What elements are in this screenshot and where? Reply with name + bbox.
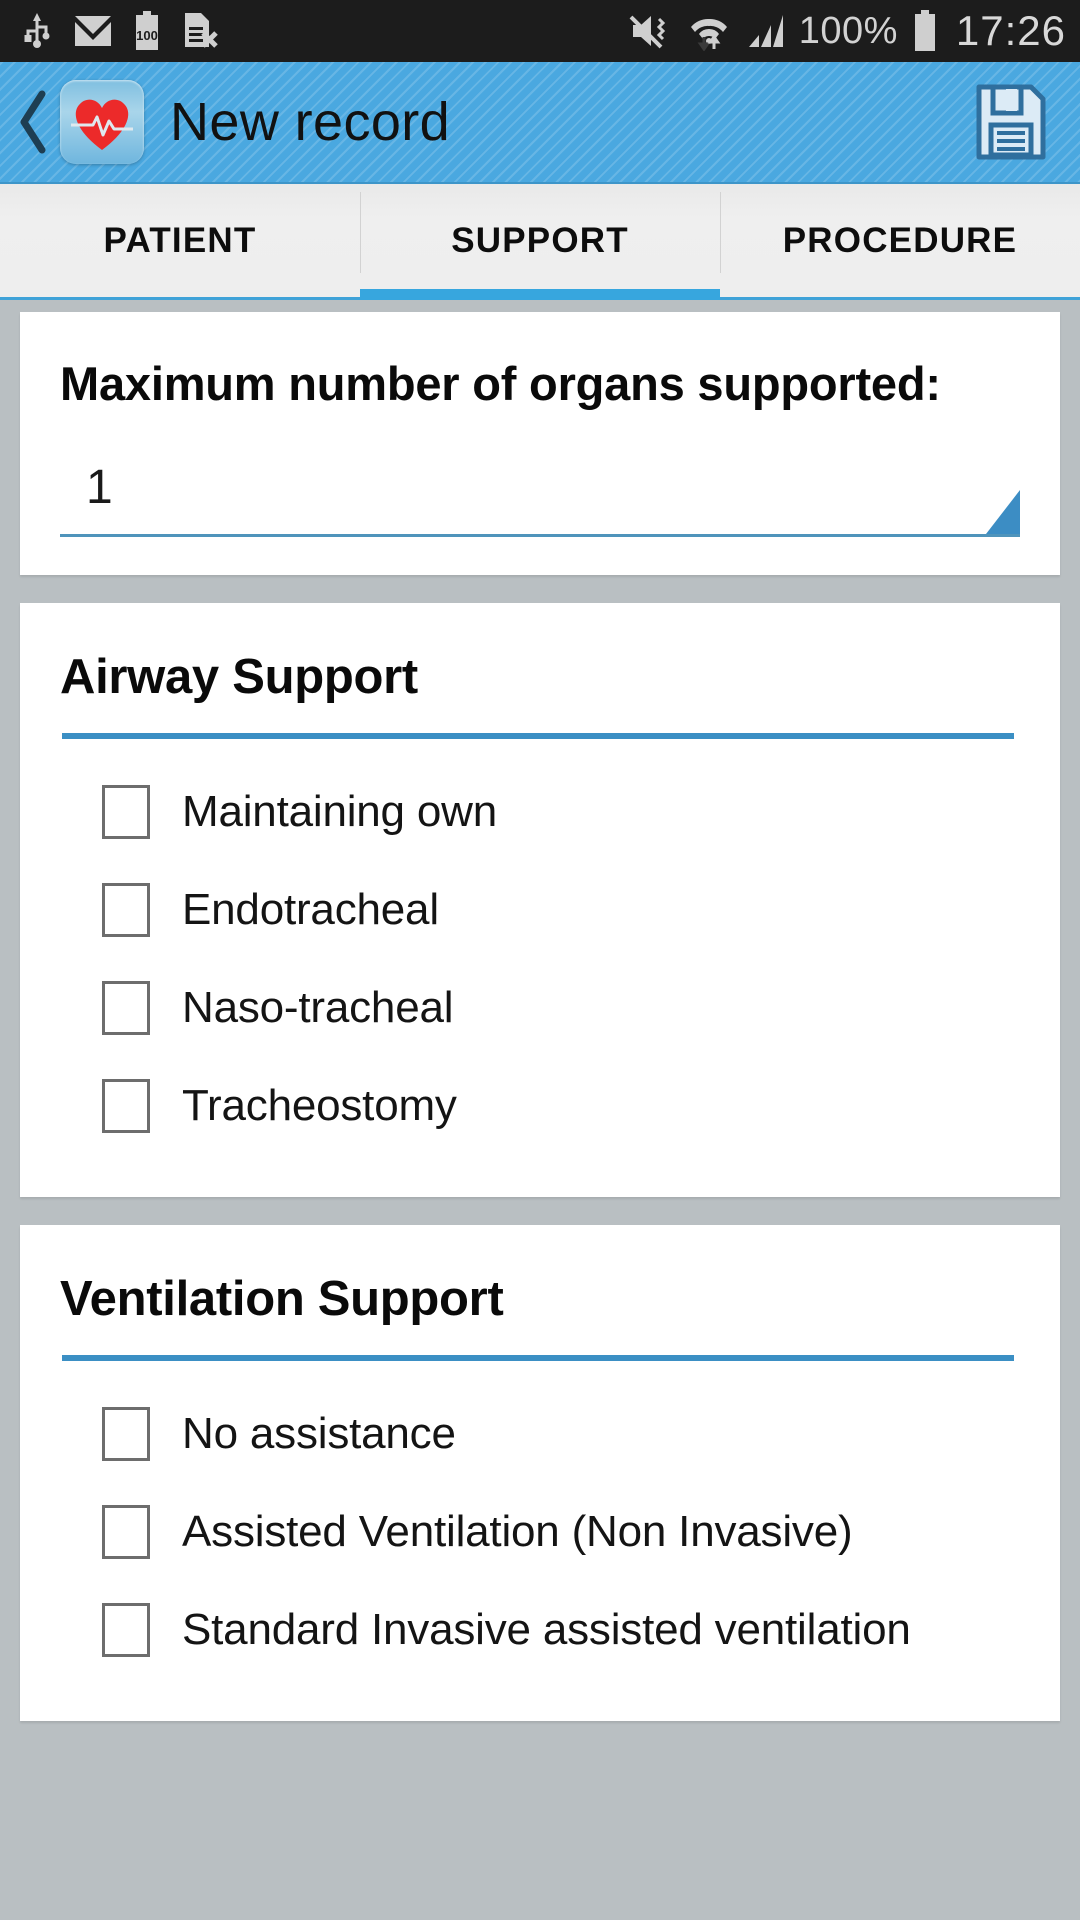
svg-text:100: 100 (136, 28, 158, 43)
support-form-content: Maximum number of organs supported: 1 Ai… (0, 300, 1080, 1920)
app-icon (60, 80, 144, 164)
tab-support-label: SUPPORT (451, 220, 629, 260)
checkbox-label: Endotracheal (182, 885, 439, 934)
checkbox-label: Naso-tracheal (182, 983, 454, 1032)
battery-100-icon: 100 (136, 11, 158, 50)
checkbox-icon[interactable] (102, 1603, 150, 1657)
floppy-disk-save-icon (976, 84, 1046, 160)
organs-supported-label: Maximum number of organs supported: (60, 357, 941, 410)
tab-patient-label: PATIENT (103, 220, 257, 260)
organs-supported-spinner[interactable]: 1 (60, 441, 1020, 537)
checkbox-icon[interactable] (102, 883, 150, 937)
checkbox-label: Standard Invasive assisted ventilation (182, 1605, 911, 1654)
ventilation-support-title: Ventilation Support (60, 1272, 504, 1326)
checkbox-icon[interactable] (102, 785, 150, 839)
ventilation-support-card: Ventilation Support No assistance Assist… (20, 1225, 1060, 1721)
heart-ecg-app-icon (71, 99, 133, 150)
checkbox-row[interactable]: Naso-tracheal (60, 959, 1020, 1057)
back-button[interactable] (10, 82, 56, 162)
tab-patient[interactable]: PATIENT (0, 184, 360, 297)
tab-procedure-label: PROCEDURE (782, 220, 1018, 260)
checkbox-label: Assisted Ventilation (Non Invasive) (182, 1507, 853, 1556)
battery-percent-label: 100% (798, 9, 898, 52)
checkbox-icon[interactable] (102, 1079, 150, 1133)
tab-bar: PATIENT SUPPORT PROCEDURE (0, 184, 1080, 300)
checkbox-row[interactable]: Assisted Ventilation (Non Invasive) (60, 1483, 1020, 1581)
checkbox-icon[interactable] (102, 1407, 150, 1461)
gmail-icon (75, 16, 111, 46)
ventilation-support-options: No assistance Assisted Ventilation (Non … (60, 1361, 1020, 1679)
wifi-data-icon (690, 18, 727, 51)
checkbox-label: Tracheostomy (182, 1081, 457, 1130)
action-bar: New record (0, 62, 1080, 184)
sim-card-error-icon (185, 13, 218, 48)
checkbox-row[interactable]: Standard Invasive assisted ventilation (60, 1581, 1020, 1679)
page-title: New record (170, 92, 451, 152)
usb-icon (24, 13, 50, 48)
airway-support-card: Airway Support Maintaining own Endotrach… (20, 603, 1060, 1197)
airway-support-title: Airway Support (60, 650, 418, 704)
checkbox-row[interactable]: Maintaining own (60, 763, 1020, 861)
tab-support[interactable]: SUPPORT (360, 184, 720, 300)
status-bar-right-icons: 100% 17:26 (629, 7, 1066, 55)
checkbox-row[interactable]: Tracheostomy (60, 1057, 1020, 1155)
checkbox-row[interactable]: No assistance (60, 1385, 1020, 1483)
battery-icon (914, 10, 935, 51)
back-chevron-icon (20, 90, 46, 154)
checkbox-label: No assistance (182, 1409, 456, 1458)
checkbox-icon[interactable] (102, 1505, 150, 1559)
signal-bars-icon (748, 15, 783, 47)
checkbox-icon[interactable] (102, 981, 150, 1035)
organs-supported-value: 1 (86, 461, 113, 514)
spinner-triangle-icon (986, 490, 1020, 534)
organs-supported-card: Maximum number of organs supported: 1 (20, 312, 1060, 575)
phone-screen: 100 100% 17:26 New record PATIENT SUPPOR… (0, 0, 1080, 1920)
checkbox-row[interactable]: Endotracheal (60, 861, 1020, 959)
tab-procedure[interactable]: PROCEDURE (720, 184, 1080, 297)
status-bar: 100 100% 17:26 (0, 0, 1080, 62)
airway-support-options: Maintaining own Endotracheal Naso-trache… (60, 739, 1020, 1155)
status-bar-clock: 17:26 (955, 7, 1066, 54)
save-button[interactable] (968, 79, 1054, 165)
checkbox-label: Maintaining own (182, 787, 497, 836)
vibrate-mute-icon (629, 15, 665, 49)
status-bar-left-icons: 100 (22, 11, 218, 51)
